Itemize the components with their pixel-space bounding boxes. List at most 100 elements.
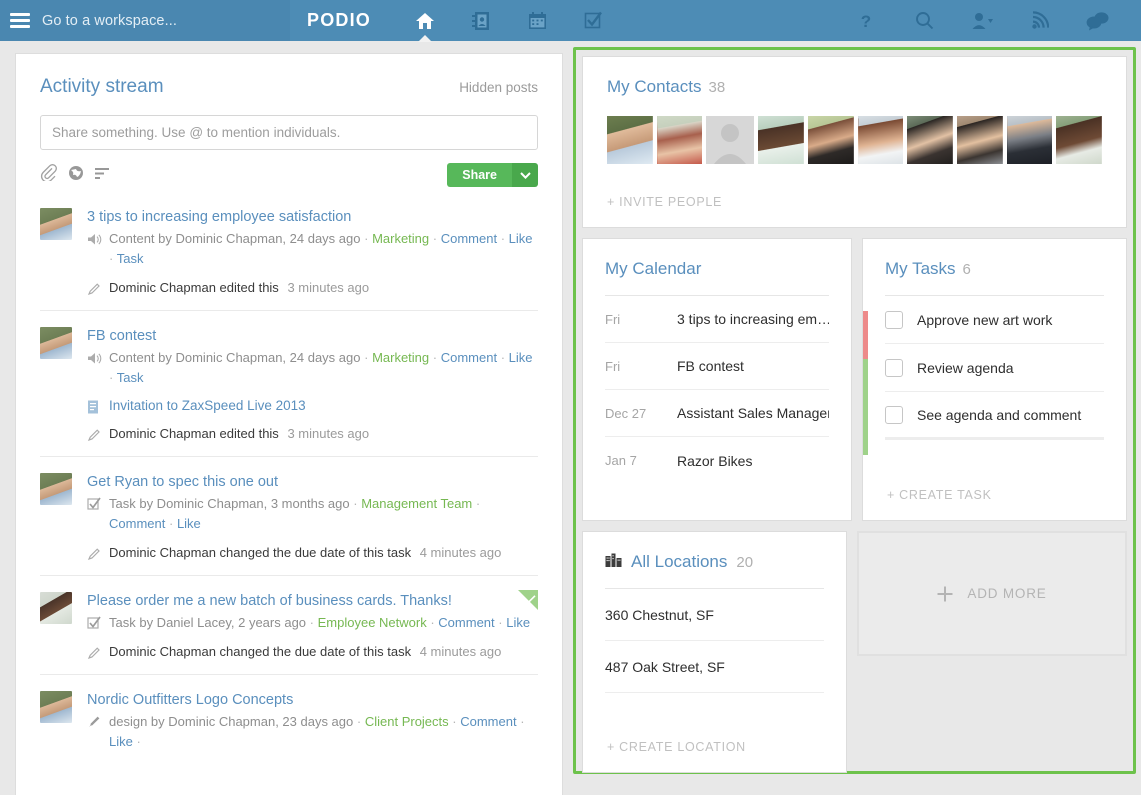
nav-chat[interactable]: [1069, 0, 1127, 41]
my-contacts-header[interactable]: My Contacts 38: [607, 77, 1102, 97]
contact-avatar[interactable]: [758, 116, 805, 164]
globe-icon[interactable]: [68, 165, 84, 186]
post-attachment[interactable]: Invitation to ZaxSpeed Live 2013: [87, 397, 538, 415]
contact-avatar[interactable]: [808, 116, 854, 164]
post-like-link[interactable]: Like: [509, 350, 533, 365]
my-contacts-widget: My Contacts 38 + INVITE PEOPLE: [582, 56, 1127, 228]
megaphone-icon: [87, 232, 102, 252]
avatar[interactable]: [40, 691, 72, 723]
post-like-link[interactable]: Like: [506, 615, 530, 630]
post-task-link[interactable]: Task: [117, 251, 144, 266]
pencil-icon: [87, 282, 101, 301]
post-space-link[interactable]: Management Team: [361, 496, 472, 511]
nav-home[interactable]: [397, 0, 453, 42]
calendar-day: Jan 7: [605, 453, 637, 468]
post-comment-link[interactable]: Comment: [460, 714, 516, 729]
post-comment-link[interactable]: Comment: [441, 231, 497, 246]
all-locations-header[interactable]: All Locations 20: [605, 552, 824, 572]
podio-logo[interactable]: PODIO: [307, 10, 371, 31]
calendar-event: 3 tips to increasing em…: [677, 311, 829, 327]
my-tasks-header[interactable]: My Tasks 6: [885, 259, 1104, 279]
contact-avatar[interactable]: [656, 116, 703, 164]
nav-notifications[interactable]: [1011, 0, 1069, 41]
list-icon[interactable]: [95, 166, 111, 185]
my-contacts-count: 38: [708, 79, 726, 96]
add-more-widget-button[interactable]: ADD MORE: [857, 531, 1127, 656]
avatar[interactable]: [40, 592, 72, 624]
avatar[interactable]: [40, 208, 72, 240]
task-checkbox[interactable]: [885, 310, 903, 329]
location-row[interactable]: 360 Chestnut, SF: [605, 589, 824, 641]
calendar-row[interactable]: Fri FB contest: [605, 343, 829, 390]
post-comment-link[interactable]: Comment: [441, 350, 497, 365]
calendar-event: FB contest: [677, 358, 744, 374]
calendar-row[interactable]: Fri 3 tips to increasing em…: [605, 296, 829, 343]
primary-nav: [397, 0, 621, 42]
contact-avatar[interactable]: [957, 116, 1003, 164]
post-edit-note: Dominic Chapman changed the due date of …: [87, 544, 538, 562]
contact-avatar[interactable]: [1006, 116, 1053, 164]
post-space-link[interactable]: Marketing: [372, 231, 429, 246]
nav-account[interactable]: [953, 0, 1011, 41]
check-square-icon: [87, 616, 101, 636]
post-title[interactable]: 3 tips to increasing employee satisfacti…: [87, 208, 538, 227]
activity-post-list: 3 tips to increasing employee satisfacti…: [40, 208, 538, 765]
contact-avatar[interactable]: [907, 116, 954, 164]
post-title[interactable]: Nordic Outfitters Logo Concepts: [87, 691, 538, 710]
placeholder-person-icon: [714, 124, 747, 164]
workspace-switcher[interactable]: Go to a workspace...: [0, 0, 290, 41]
post-title[interactable]: Please order me a new batch of business …: [87, 592, 538, 611]
post-task-link[interactable]: Task: [117, 370, 144, 385]
post-space-link[interactable]: Marketing: [372, 350, 429, 365]
contact-avatar[interactable]: [706, 116, 755, 164]
task-checkbox[interactable]: [885, 405, 903, 424]
contact-avatar[interactable]: [1056, 116, 1103, 164]
calendar-row-list: Fri 3 tips to increasing em… Fri FB cont…: [605, 296, 829, 484]
my-tasks-count: 6: [962, 261, 971, 278]
widgets-panel: My Contacts 38 + INVITE PEOPLE My Calend…: [573, 47, 1136, 774]
avatar[interactable]: [40, 473, 72, 505]
edit-text: Dominic Chapman changed the due date of …: [109, 644, 412, 659]
invite-people-link[interactable]: + INVITE PEOPLE: [607, 195, 722, 209]
post-title[interactable]: Get Ryan to spec this one out: [87, 473, 538, 492]
edit-text: Dominic Chapman edited this: [109, 426, 279, 441]
nav-contacts[interactable]: [453, 0, 509, 41]
avatar[interactable]: [40, 327, 72, 359]
nav-search[interactable]: [895, 0, 953, 41]
my-calendar-header[interactable]: My Calendar: [605, 259, 829, 279]
activity-post: Nordic Outfitters Logo Concepts design b…: [40, 691, 538, 765]
contact-avatar[interactable]: [857, 116, 904, 164]
post-like-link[interactable]: Like: [109, 734, 133, 749]
hidden-posts-link[interactable]: Hidden posts: [459, 80, 538, 95]
contact-avatar[interactable]: [607, 116, 653, 164]
share-options-caret[interactable]: [512, 163, 538, 187]
post-like-link[interactable]: Like: [509, 231, 533, 246]
create-location-link[interactable]: + CREATE LOCATION: [607, 740, 746, 754]
task-row[interactable]: See agenda and comment: [885, 392, 1104, 440]
nav-tasks[interactable]: [565, 0, 621, 41]
calendar-row[interactable]: Dec 27 Assistant Sales Manager: [605, 390, 829, 437]
task-row[interactable]: Approve new art work: [885, 296, 1104, 344]
nav-calendar[interactable]: [509, 0, 565, 41]
workspace-label: Go to a workspace...: [42, 12, 177, 29]
task-checkbox[interactable]: [885, 358, 903, 377]
post-comment-link[interactable]: Comment: [109, 516, 165, 531]
location-row[interactable]: 487 Oak Street, SF: [605, 641, 824, 693]
nav-help[interactable]: ?: [837, 0, 895, 41]
edit-time: 3 minutes ago: [287, 426, 370, 441]
activity-post: 3 tips to increasing employee satisfacti…: [40, 208, 538, 311]
task-row[interactable]: Review agenda: [885, 344, 1104, 392]
post-comment-link[interactable]: Comment: [438, 615, 494, 630]
share-button[interactable]: Share: [447, 163, 512, 187]
post-title[interactable]: FB contest: [87, 327, 538, 346]
share-input[interactable]: [40, 115, 538, 150]
post-space-link[interactable]: Client Projects: [365, 714, 449, 729]
attach-icon[interactable]: [40, 164, 57, 186]
hamburger-icon[interactable]: [10, 13, 30, 28]
post-space-link[interactable]: Employee Network: [318, 615, 427, 630]
create-task-link[interactable]: + CREATE TASK: [887, 488, 992, 502]
calendar-row[interactable]: Jan 7 Razor Bikes: [605, 437, 829, 484]
page-body: Activity stream Hidden posts Share somet…: [0, 41, 1141, 795]
post-like-link[interactable]: Like: [177, 516, 201, 531]
task-label: Review agenda: [917, 359, 1014, 376]
